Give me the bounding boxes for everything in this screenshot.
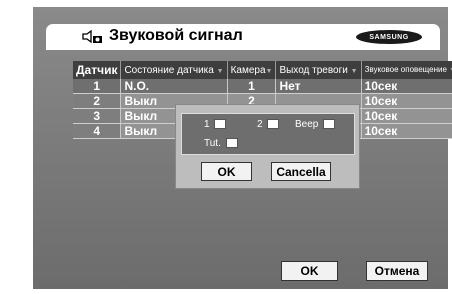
sensor-state-cell[interactable]: N.O. (120, 79, 228, 94)
sound-alert-cell[interactable]: 10сек (361, 93, 452, 109)
sensor-number: 2 (73, 93, 122, 109)
popup-ok-button[interactable]: OK (201, 162, 252, 181)
dropdown-arrow-icon: ▼ (350, 67, 358, 75)
column-header-sensor[interactable]: Датчик (73, 61, 122, 79)
alarm-output-cell[interactable]: Нет (275, 79, 362, 94)
beep-option[interactable]: Beep (295, 119, 336, 130)
output-2-label: 2 (257, 119, 263, 130)
column-header-camera[interactable]: Камера▼ (227, 61, 277, 79)
page-title: Звуковой сигнал (109, 27, 243, 44)
sensor-number: 4 (73, 123, 122, 139)
column-header-sound-alert[interactable]: Звуковое оповещение ▼ (361, 61, 452, 79)
output-options-grid: 1 2 Beep Tut. (181, 113, 355, 155)
output-2-option[interactable]: 2 (257, 119, 280, 130)
all-option[interactable]: Tut. (204, 138, 238, 149)
output-1-label: 1 (204, 119, 210, 130)
output-2-checkbox[interactable] (267, 119, 280, 130)
dropdown-arrow-icon: ▼ (216, 67, 224, 75)
popup-cancel-button[interactable]: Cancella (271, 162, 331, 181)
sound-alert-cell[interactable]: 10сек (361, 79, 452, 94)
sensor-number: 1 (73, 79, 122, 94)
output-1-option[interactable]: 1 (204, 119, 227, 130)
column-header-alarm-output[interactable]: Выход тревоги ▼ (275, 61, 362, 79)
speaker-camera-icon (82, 29, 102, 44)
sensor-number: 3 (73, 108, 122, 124)
cancel-button[interactable]: Отмена (366, 261, 428, 281)
table-row[interactable]: 1 N.O. 1 Нет 10сек (73, 79, 452, 94)
all-checkbox[interactable] (225, 138, 238, 149)
dropdown-arrow-icon: ▼ (265, 67, 273, 75)
samsung-logo: SAMSUNG (356, 30, 422, 44)
output-1-checkbox[interactable] (214, 119, 227, 130)
alarm-output-popup: 1 2 Beep Tut. OK Cancella (175, 104, 360, 189)
beep-label: Beep (295, 119, 319, 130)
ok-button[interactable]: OK (281, 261, 338, 281)
column-header-sensor-state[interactable]: Состояние датчика ▼ (120, 61, 228, 79)
title-bar: Звуковой сигнал SAMSUNG (46, 24, 440, 50)
all-label: Tut. (204, 138, 221, 149)
sound-alert-cell[interactable]: 10сек (361, 123, 452, 139)
beep-checkbox[interactable] (323, 119, 336, 130)
sound-alert-cell[interactable]: 10сек (361, 108, 452, 124)
camera-cell[interactable]: 1 (227, 79, 277, 94)
